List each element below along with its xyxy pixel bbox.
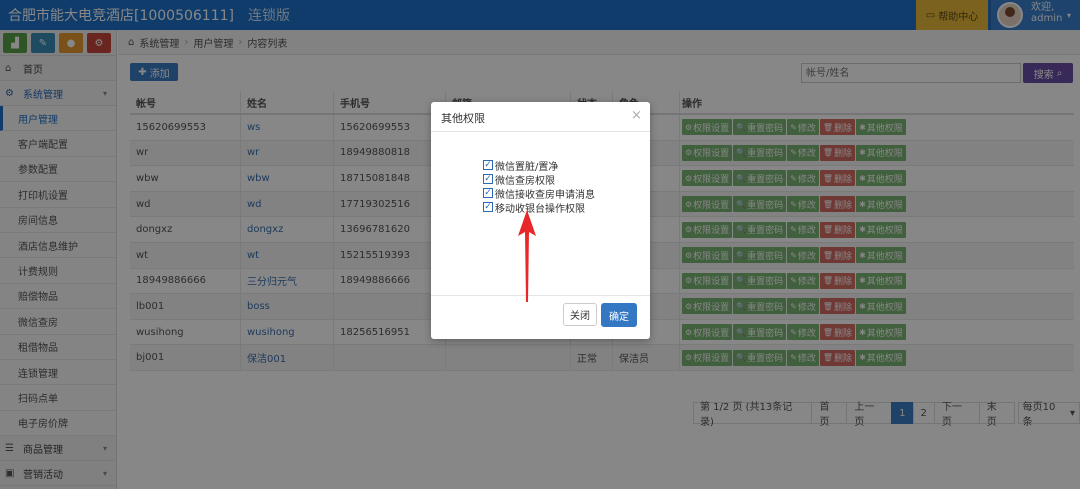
permission-option[interactable]: ✓ 微信接收查房申请消息 bbox=[483, 186, 595, 201]
checkbox-checked-icon[interactable]: ✓ bbox=[483, 188, 493, 198]
permission-option[interactable]: ✓ 微信置脏/置净 bbox=[483, 158, 595, 173]
dialog-title: 其他权限 bbox=[441, 112, 485, 125]
permission-option[interactable]: ✓ 微信查房权限 bbox=[483, 172, 595, 187]
annotation-arrow-icon bbox=[518, 210, 536, 302]
dialog-confirm-button[interactable]: 确定 bbox=[601, 303, 637, 327]
permission-label: 微信查房权限 bbox=[495, 175, 555, 187]
checkbox-checked-icon[interactable]: ✓ bbox=[483, 174, 493, 184]
permission-label: 微信置脏/置净 bbox=[495, 161, 559, 173]
permission-options: ✓ 微信置脏/置净 ✓ 微信查房权限 ✓ 微信接收查房申请消息 ✓ 移动收银台操作权限 bbox=[483, 158, 595, 215]
dialog-close-button[interactable]: 关闭 bbox=[563, 303, 597, 326]
permission-label: 微信接收查房申请消息 bbox=[495, 189, 595, 201]
checkbox-checked-icon[interactable]: ✓ bbox=[483, 160, 493, 170]
checkbox-checked-icon[interactable]: ✓ bbox=[483, 202, 493, 212]
dialog-divider bbox=[431, 131, 650, 132]
close-icon[interactable]: × bbox=[631, 108, 642, 123]
